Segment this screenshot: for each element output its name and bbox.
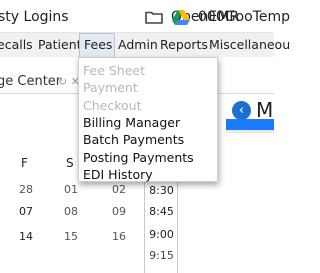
time-slot[interactable]: 8:30 [145,184,178,197]
calendar-day[interactable]: 15 [64,230,78,243]
bookmarks-bar: sty Logins OpenEMR 000GooTemp [0,0,290,33]
time-slot[interactable]: 9:15 [145,249,178,262]
accent-bar [226,119,274,130]
tab-message-center[interactable]: ge Center [0,74,61,89]
menu-admin[interactable]: Admin [118,33,158,57]
bookmark-label: sty Logins [0,8,69,25]
menu-reports[interactable]: Reports [160,33,208,57]
calendar-day[interactable]: 07 [19,205,33,218]
menu-miscellaneous[interactable]: Miscellaneou [209,33,290,57]
folder-icon [145,10,163,24]
chevron-left-icon[interactable]: ‹ [232,100,251,120]
calendar-day[interactable]: 28 [19,183,33,196]
menu-item-edi-history[interactable]: EDI History [83,164,215,186]
bookmark-goo-temp[interactable]: 000GooTemp [172,0,290,33]
main-menu-bar: ecalls Patient Fees Admin Reports Miscel… [0,33,290,57]
fees-dropdown-menu: Fee Sheet Payment Checkout Billing Manag… [78,57,218,182]
bookmark-label: 000GooTemp [198,8,291,25]
calendar-day[interactable]: 08 [64,205,78,218]
calendar-day[interactable]: 01 [64,183,78,196]
calendar-header-fri: F [21,156,28,170]
bookmark-logins[interactable]: sty Logins [0,0,69,33]
time-slot[interactable]: 8:45 [145,205,178,218]
menu-fees[interactable]: Fees [79,33,115,57]
calendar-day[interactable]: 16 [112,230,126,243]
menu-patient[interactable]: Patient [38,33,82,57]
time-slot[interactable]: 9:00 [145,228,178,241]
calendar-header-sat: S [66,156,74,170]
calendar-day[interactable]: 09 [112,205,126,218]
tab-refresh-close-icons[interactable]: ↻ ✕ [58,75,80,88]
divider [226,130,274,133]
calendar-day[interactable]: 14 [19,230,33,243]
google-drive-icon [172,9,190,25]
menu-recalls[interactable]: ecalls [0,33,33,57]
